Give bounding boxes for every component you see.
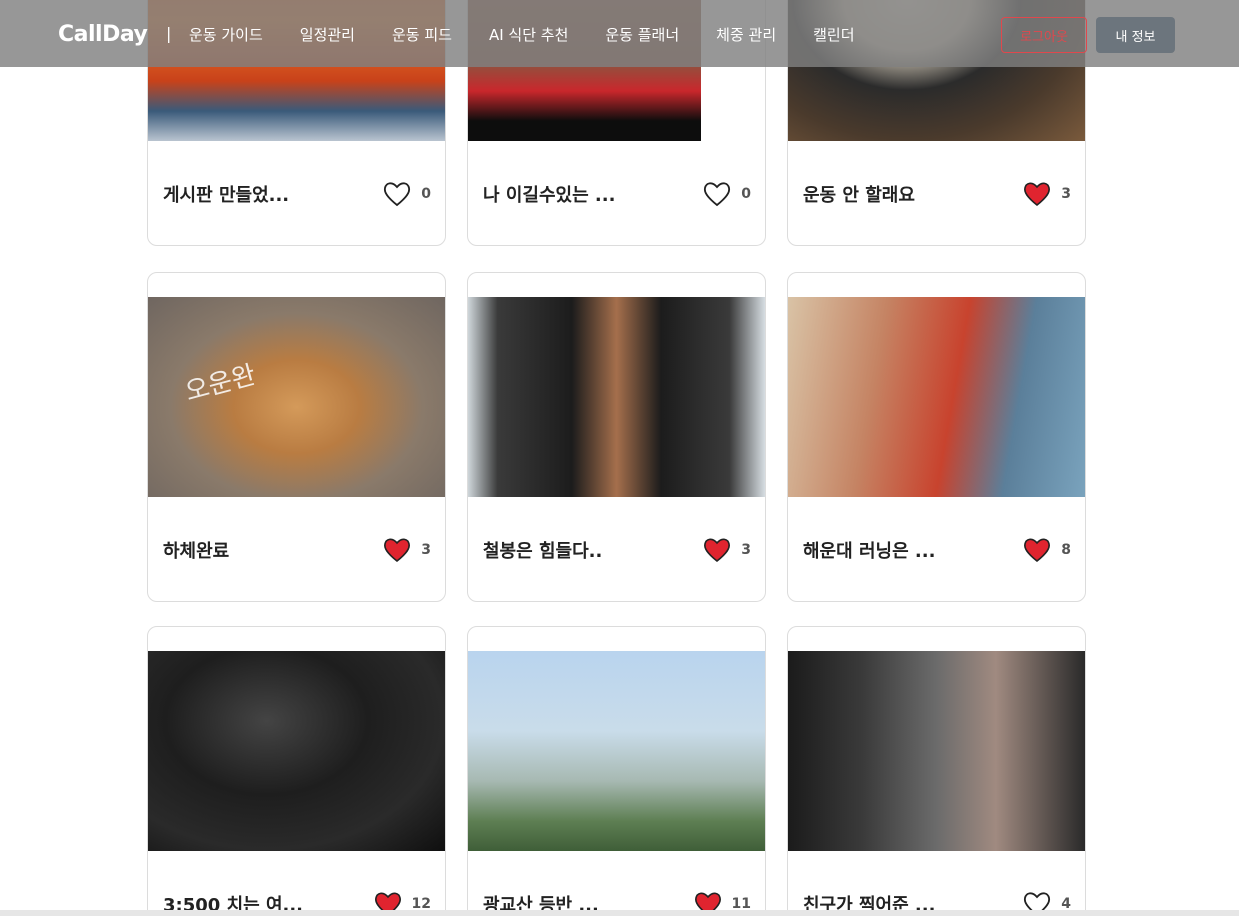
horizontal-scrollbar[interactable] — [0, 910, 1239, 916]
nav-item-ai-diet[interactable]: AI 식단 추천 — [489, 24, 568, 45]
like-count: 0 — [741, 186, 751, 202]
like-group: 8 — [1023, 537, 1071, 563]
feed-card[interactable]: 철봉은 힘들다.. 3 — [467, 272, 766, 602]
nav-item-exercise-guide[interactable]: 운동 가이드 — [189, 24, 263, 45]
post-image — [788, 297, 1085, 497]
feed-card[interactable]: 3:500 치는 여... 12 — [147, 626, 446, 916]
like-count: 3 — [741, 542, 751, 558]
post-image — [788, 651, 1085, 851]
post-title: 철봉은 힘들다.. — [483, 541, 603, 562]
heart-filled-icon[interactable] — [383, 537, 411, 563]
heart-filled-icon[interactable] — [703, 537, 731, 563]
post-title: 게시판 만들었... — [163, 185, 290, 206]
like-count: 0 — [421, 186, 431, 202]
nav-item-exercise-feed[interactable]: 운동 피드 — [392, 24, 452, 45]
nav-item-schedule[interactable]: 일정관리 — [300, 24, 355, 45]
post-image — [468, 651, 765, 851]
like-group: 0 — [383, 181, 431, 207]
my-info-button[interactable]: 내 정보 — [1096, 17, 1175, 53]
like-group: 3 — [703, 537, 751, 563]
heart-filled-icon[interactable] — [1023, 181, 1051, 207]
heart-filled-icon[interactable] — [1023, 537, 1051, 563]
heart-outline-icon[interactable] — [383, 181, 411, 207]
brand-logo[interactable]: CallDay — [58, 22, 148, 47]
nav-item-calendar[interactable]: 캘린더 — [813, 24, 854, 45]
nav-menu: 운동 가이드 일정관리 운동 피드 AI 식단 추천 운동 플래너 체중 관리 … — [189, 24, 892, 45]
post-title: 운동 안 할래요 — [803, 185, 915, 206]
post-image — [468, 297, 765, 497]
feed-card[interactable]: 오운완 하체완료 3 — [147, 272, 446, 602]
top-navbar: CallDay | 운동 가이드 일정관리 운동 피드 AI 식단 추천 운동 … — [0, 0, 1239, 67]
heart-outline-icon[interactable] — [703, 181, 731, 207]
image-overlay-text: 오운완 — [181, 360, 260, 408]
post-image — [148, 651, 445, 851]
post-title: 나 이길수있는 ... — [483, 185, 616, 206]
like-group: 3 — [1023, 181, 1071, 207]
like-group: 0 — [703, 181, 751, 207]
feed-card[interactable]: 친구가 찍어준 ... 4 — [787, 626, 1086, 916]
nav-divider: | — [166, 24, 172, 43]
post-image: 오운완 — [148, 297, 445, 497]
logout-button[interactable]: 로그아웃 — [1001, 17, 1087, 53]
like-count: 3 — [1061, 186, 1071, 202]
feed-card[interactable]: 해운대 러닝은 ... 8 — [787, 272, 1086, 602]
nav-item-weight[interactable]: 체중 관리 — [716, 24, 776, 45]
feed-card[interactable]: 광교산 등반 ... 11 — [467, 626, 766, 916]
like-count: 8 — [1061, 542, 1071, 558]
post-title: 하체완료 — [163, 541, 230, 562]
nav-item-planner[interactable]: 운동 플래너 — [605, 24, 679, 45]
like-group: 3 — [383, 537, 431, 563]
post-title: 해운대 러닝은 ... — [803, 541, 936, 562]
like-count: 3 — [421, 542, 431, 558]
